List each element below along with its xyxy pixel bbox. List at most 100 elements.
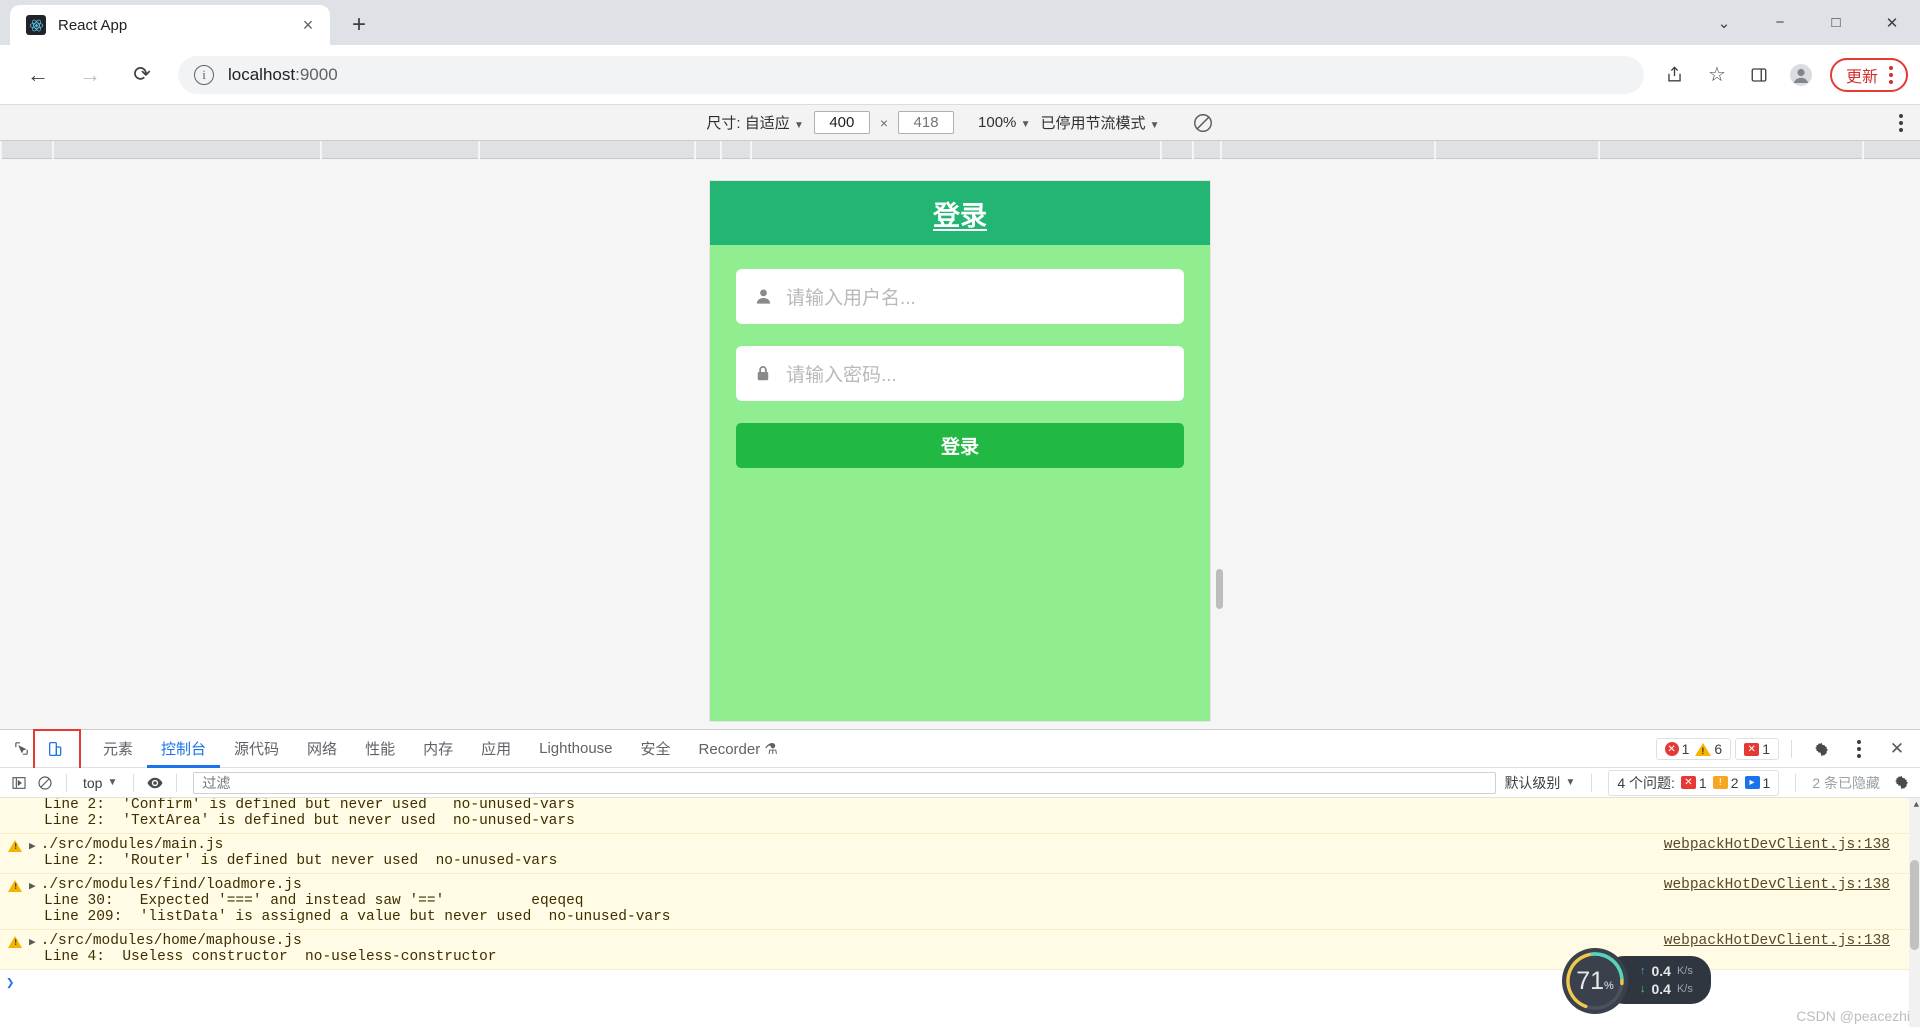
tab-title: React App: [58, 16, 128, 34]
login-form: 请输入用户名... 请输入密码... 登录: [710, 245, 1210, 468]
clear-console-icon[interactable]: [32, 770, 58, 796]
warning-icon: [1695, 742, 1712, 756]
cpu-usage-dial[interactable]: 71%: [1562, 948, 1628, 1014]
side-panel-icon[interactable]: [1740, 56, 1778, 94]
devtools-tabbar: 元素 控制台 源代码 网络 性能 内存 应用 Lighthouse 安全 Rec…: [0, 728, 1920, 773]
maximize-button[interactable]: □: [1808, 0, 1864, 45]
console-detail: Line 2: 'Confirm' is defined but never u…: [44, 798, 575, 813]
tab-search-button[interactable]: ⌄: [1696, 0, 1752, 45]
new-tab-button[interactable]: +: [342, 8, 376, 42]
window-controls: ⌄ − □ ✕: [1696, 0, 1920, 45]
hidden-messages-note: 2 条已隐藏: [1812, 774, 1880, 791]
close-window-button[interactable]: ✕: [1864, 0, 1920, 45]
chrome-menu-icon[interactable]: [1882, 65, 1900, 84]
show-console-sidebar-icon[interactable]: [6, 770, 32, 796]
back-button[interactable]: ←: [18, 55, 58, 95]
console-file-path: ./src/modules/home/maphouse.js: [40, 933, 302, 949]
download-value: 0.4: [1651, 981, 1671, 997]
update-button[interactable]: 更新: [1829, 57, 1908, 92]
warning-icon: [8, 840, 22, 852]
console-scrollbar[interactable]: ▲: [1909, 798, 1920, 1027]
console-message[interactable]: ▶ ./src/modules/my/my.js Line 2: 'Confir…: [0, 798, 1920, 834]
chevron-right-icon[interactable]: ▶: [29, 935, 36, 949]
console-filter-input[interactable]: [193, 771, 1497, 794]
download-arrow-icon: ↓: [1640, 983, 1646, 995]
issue-icon: ✕: [1744, 742, 1760, 756]
console-detail: Line 30: Expected '===' and instead saw …: [44, 893, 584, 909]
site-info-icon[interactable]: i: [194, 64, 214, 85]
tab-strip: React App × + ⌄ − □ ✕: [0, 0, 1920, 45]
password-field[interactable]: 请输入密码...: [736, 346, 1184, 401]
console-source-link[interactable]: webpackHotDevClient.js:138: [1664, 933, 1890, 949]
console-message[interactable]: ▶ ./src/modules/main.js Line 2: 'Router'…: [0, 834, 1920, 874]
emulated-device-frame: 登录 请输入用户名... 请输入密码... 登录: [710, 181, 1210, 721]
tab-security[interactable]: 安全: [627, 730, 685, 768]
prompt-chevron-icon: ❯: [6, 976, 15, 992]
scrollbar-thumb[interactable]: [1910, 860, 1919, 950]
tab-application[interactable]: 应用: [467, 730, 525, 768]
device-toolbar-icon[interactable]: [33, 728, 81, 773]
chevron-right-icon[interactable]: ▶: [29, 879, 36, 893]
tab-lighthouse[interactable]: Lighthouse: [525, 730, 626, 768]
issues-badge[interactable]: ✕ 1: [1735, 738, 1779, 760]
device-toolbar-menu-icon[interactable]: [1892, 105, 1910, 141]
login-submit-button[interactable]: 登录: [736, 423, 1184, 468]
react-logo-icon: [26, 15, 46, 35]
console-source-link[interactable]: webpackHotDevClient.js:138: [1664, 837, 1890, 853]
address-bar[interactable]: i localhost:9000: [178, 55, 1644, 94]
viewport-width-input[interactable]: [813, 111, 870, 134]
lock-icon: [750, 364, 776, 383]
tab-close-icon[interactable]: ×: [296, 13, 320, 37]
page-scrollbar[interactable]: [1216, 569, 1223, 609]
console-settings-gear-icon[interactable]: [1888, 770, 1914, 796]
console-file-path: ./src/modules/find/loadmore.js: [40, 877, 302, 893]
tab-recorder[interactable]: Recorder ⚗: [685, 730, 792, 768]
forward-button[interactable]: →: [70, 55, 110, 95]
tab-performance[interactable]: 性能: [351, 730, 409, 768]
username-field[interactable]: 请输入用户名...: [736, 269, 1184, 324]
tab-memory[interactable]: 内存: [409, 730, 467, 768]
throttling-selector[interactable]: 已停用节流模式 ▼: [1040, 112, 1159, 133]
upload-unit: K/s: [1676, 965, 1693, 977]
device-viewport-stage: 登录 请输入用户名... 请输入密码... 登录: [0, 159, 1920, 729]
minimize-button[interactable]: −: [1752, 0, 1808, 45]
tab-network[interactable]: 网络: [293, 730, 351, 768]
browser-tab[interactable]: React App ×: [10, 5, 330, 45]
issue-warning-icon: !: [1712, 776, 1728, 789]
tab-sources[interactable]: 源代码: [220, 730, 293, 768]
live-expression-icon[interactable]: [142, 770, 168, 796]
tab-elements[interactable]: 元素: [89, 730, 147, 768]
gear-icon[interactable]: [1806, 734, 1836, 764]
bookmark-star-icon[interactable]: ☆: [1698, 56, 1736, 94]
reload-button[interactable]: ⟳: [122, 55, 162, 95]
issues-summary-chip[interactable]: 4 个问题: ✕ 1 ! 2 ▸ 1: [1608, 769, 1780, 796]
tab-console[interactable]: 控制台: [147, 730, 220, 768]
page-screen: 登录 请输入用户名... 请输入密码... 登录: [710, 181, 1210, 721]
close-devtools-icon[interactable]: ✕: [1882, 734, 1912, 764]
chevron-right-icon[interactable]: ▶: [29, 839, 36, 853]
warning-icon: [8, 880, 22, 892]
console-source-link[interactable]: webpackHotDevClient.js:138: [1664, 877, 1890, 893]
network-speed-widget[interactable]: ↑ 0.4 K/s ↓ 0.4 K/s 71%: [1562, 948, 1711, 1014]
share-icon[interactable]: [1656, 56, 1694, 94]
device-size-selector[interactable]: 尺寸: 自适应 ▼: [706, 112, 803, 133]
status-badge[interactable]: ✕ 1 6: [1655, 738, 1732, 760]
scroll-up-icon[interactable]: ▲: [1914, 800, 1919, 810]
inspect-element-icon[interactable]: [6, 734, 36, 764]
console-filter-right: 默认级别 ▼ 4 个问题: ✕ 1 ! 2 ▸ 1 2 条已隐藏: [1504, 769, 1914, 796]
rotate-icon[interactable]: [1192, 112, 1214, 134]
zoom-selector[interactable]: 100% ▼: [978, 114, 1030, 131]
profile-avatar-icon[interactable]: [1782, 56, 1820, 94]
log-level-selector[interactable]: 默认级别 ▼: [1504, 773, 1575, 793]
download-unit: K/s: [1676, 983, 1693, 995]
more-vertical-icon[interactable]: [1844, 734, 1874, 764]
breakpoint-ruler[interactable]: [0, 141, 1920, 159]
user-icon: [750, 287, 776, 306]
console-detail: Line 209: 'listData' is assigned a value…: [44, 909, 671, 925]
username-placeholder: 请输入用户名...: [786, 288, 916, 309]
console-context-selector[interactable]: top ▼: [75, 775, 125, 791]
dimension-separator: ×: [879, 114, 889, 131]
viewport-height-input[interactable]: [898, 111, 955, 134]
console-file-path: ./src/modules/main.js: [40, 837, 224, 853]
console-message[interactable]: ▶ ./src/modules/find/loadmore.js Line 30…: [0, 874, 1920, 930]
